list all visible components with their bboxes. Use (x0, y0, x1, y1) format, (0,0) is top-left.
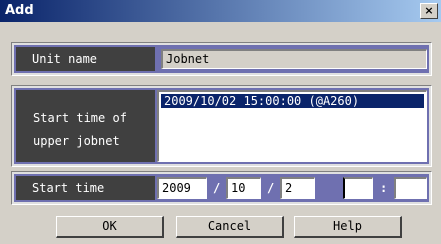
start-time-row: Start time 2009 / 10 / 2 : (11, 171, 432, 205)
unit-name-row-background: Unit name Jobnet (14, 45, 429, 73)
upper-jobnet-label-line2: upper jobnet (33, 134, 120, 148)
list-item[interactable]: 2009/10/02 15:00:00 (@A260) (161, 94, 424, 108)
unit-name-field: Jobnet (161, 49, 427, 69)
close-icon[interactable]: × (420, 3, 438, 19)
day-input[interactable]: 2 (280, 177, 315, 199)
start-time-label: Start time (16, 176, 155, 200)
upper-jobnet-list[interactable]: 2009/10/02 15:00:00 (@A260) (157, 90, 427, 162)
hour-input[interactable] (343, 177, 373, 199)
title-bar: Add × (0, 0, 441, 22)
upper-jobnet-row-background: Start time of upper jobnet 2009/10/02 15… (14, 88, 429, 164)
unit-name-label: Unit name (16, 47, 155, 71)
year-input[interactable]: 2009 (157, 177, 207, 199)
upper-jobnet-label-line1: Start time of (33, 111, 127, 125)
minute-input[interactable] (394, 177, 427, 199)
upper-jobnet-row: Start time of upper jobnet 2009/10/02 15… (11, 85, 432, 167)
date-separator: / (267, 181, 275, 195)
ok-button[interactable]: OK (56, 216, 164, 238)
help-button[interactable]: Help (294, 216, 402, 238)
date-separator: / (213, 181, 221, 195)
start-time-row-background: Start time 2009 / 10 / 2 : (14, 174, 429, 202)
time-separator: : (380, 181, 388, 195)
upper-jobnet-label: Start time of upper jobnet (16, 90, 155, 162)
month-input[interactable]: 10 (226, 177, 261, 199)
cancel-button[interactable]: Cancel (176, 216, 284, 238)
window-title: Add (5, 3, 34, 18)
unit-name-row: Unit name Jobnet (11, 42, 432, 76)
